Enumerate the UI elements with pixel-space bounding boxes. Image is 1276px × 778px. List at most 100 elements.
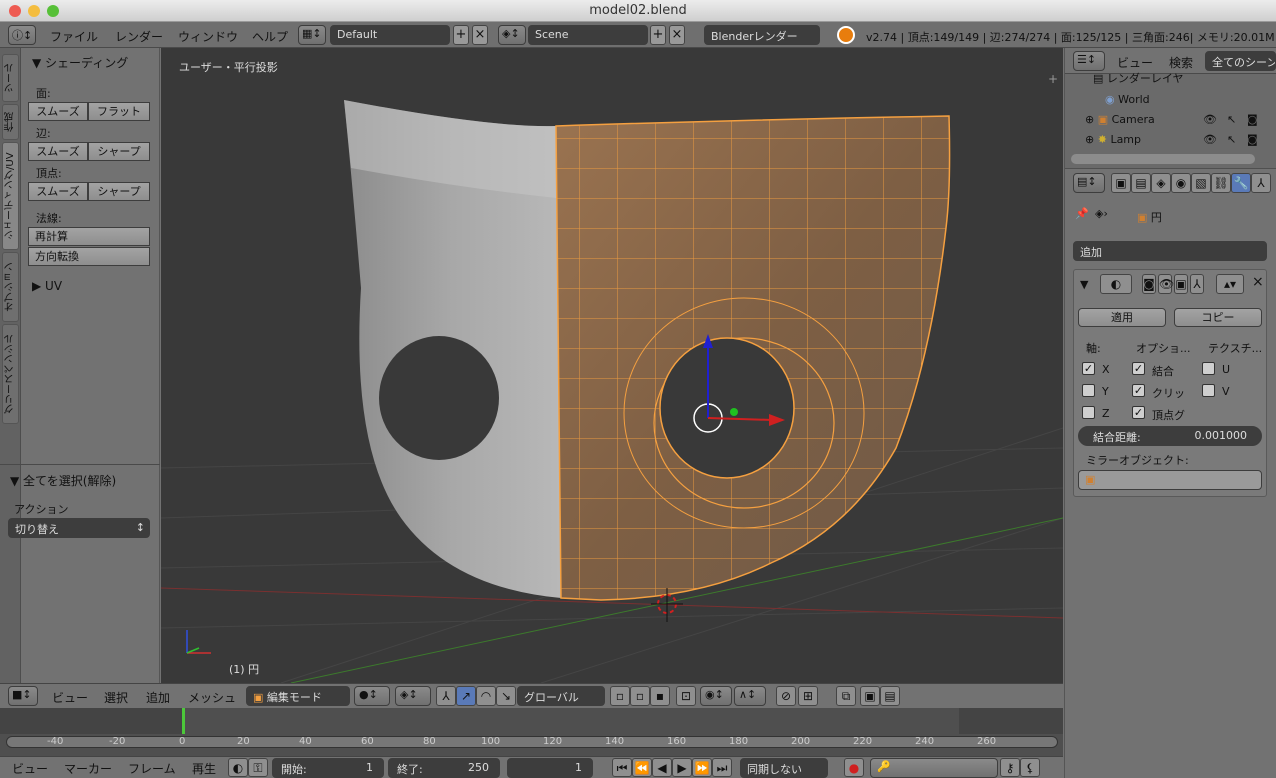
edge-sharp-button[interactable]: シャープ: [88, 142, 150, 161]
scale-manipulator-icon[interactable]: ↘: [496, 686, 516, 706]
face-smooth-button[interactable]: スムーズ: [28, 102, 88, 121]
merge-checkbox[interactable]: ✓: [1132, 362, 1145, 375]
proportional-edit-icon[interactable]: ◉↕: [700, 686, 732, 706]
add-layout-button[interactable]: +: [453, 25, 469, 45]
clipping-checkbox[interactable]: ✓: [1132, 384, 1145, 397]
remove-scene-button[interactable]: ×: [669, 25, 685, 45]
vertex-smooth-button[interactable]: スムーズ: [28, 182, 88, 201]
expand-panel-icon[interactable]: +: [1048, 72, 1058, 86]
add-scene-button[interactable]: +: [650, 25, 666, 45]
recalculate-normals-button[interactable]: 再計算: [28, 227, 150, 246]
current-frame-indicator[interactable]: [182, 708, 185, 734]
lock-range-icon[interactable]: ⚿: [248, 758, 268, 777]
render-engine-select[interactable]: Blenderレンダー: [704, 25, 820, 45]
limit-selection-icon[interactable]: ⊡: [676, 686, 696, 706]
timeline-area[interactable]: -40 -20 0 20 40 60 80 100 120 140 160 18…: [0, 708, 1063, 756]
expand-icon[interactable]: ⊕: [1085, 133, 1098, 146]
translate-manipulator-icon[interactable]: ↗: [456, 686, 476, 706]
show-editmode-icon[interactable]: ▣: [1174, 274, 1188, 294]
jump-next-keyframe-icon[interactable]: ⏩: [692, 758, 712, 777]
screen-layout-field[interactable]: Default: [330, 25, 450, 45]
texture-u-checkbox[interactable]: [1202, 362, 1215, 375]
edge-select-icon[interactable]: ▫: [630, 686, 650, 706]
apply-button[interactable]: 適用: [1078, 308, 1166, 327]
outliner-item-render-layers[interactable]: ▤ レンダーレイヤ: [1093, 70, 1184, 90]
layers-icon[interactable]: ⧉: [836, 686, 856, 706]
expand-icon[interactable]: ⊕: [1085, 113, 1098, 126]
visibility-eye-icon[interactable]: 👁: [1203, 113, 1217, 126]
data-tab-icon[interactable]: ⅄: [1251, 173, 1271, 193]
face-select-icon[interactable]: ▪: [650, 686, 670, 706]
move-modifier-icon[interactable]: ▴▾: [1216, 274, 1244, 294]
render-preview-icon[interactable]: ▣: [860, 686, 880, 706]
remove-layout-button[interactable]: ×: [472, 25, 488, 45]
play-reverse-icon[interactable]: ◀: [652, 758, 672, 777]
jump-prev-keyframe-icon[interactable]: ⏪: [632, 758, 652, 777]
collapse-modifier-icon[interactable]: ▼: [1080, 278, 1088, 291]
show-viewport-icon[interactable]: 👁: [1158, 274, 1174, 294]
screen-layout-icon[interactable]: ▦↕: [298, 25, 326, 45]
outliner-editor-icon[interactable]: ☰↕: [1073, 51, 1105, 71]
render-camera-icon[interactable]: ◙: [1247, 133, 1258, 146]
shading-panel-header[interactable]: ▼ シェーディング: [32, 54, 128, 71]
menu-select[interactable]: 選択: [104, 689, 128, 706]
mode-select[interactable]: ▣ 編集モード: [246, 686, 350, 706]
scene-tab-icon[interactable]: ◈: [1151, 173, 1171, 193]
3d-viewport[interactable]: ユーザー・平行投影 (1) 円 +: [161, 48, 1063, 683]
menu-playback[interactable]: 再生: [192, 760, 216, 777]
render-layers-tab-icon[interactable]: ▤: [1131, 173, 1151, 193]
outliner-scrollbar[interactable]: [1071, 154, 1255, 164]
render-camera-icon[interactable]: ◙: [1247, 113, 1258, 126]
end-frame-field[interactable]: 終了: 250: [388, 758, 500, 778]
menu-file[interactable]: ファイル: [50, 28, 98, 45]
snap-element-icon[interactable]: ⊞: [798, 686, 818, 706]
flip-direction-button[interactable]: 方向転換: [28, 247, 150, 266]
show-cage-icon[interactable]: ⅄: [1190, 274, 1204, 294]
object-tab-icon[interactable]: ▧: [1191, 173, 1211, 193]
record-icon[interactable]: ●: [844, 758, 864, 777]
scene-icon[interactable]: ◈↕: [498, 25, 526, 45]
vertex-sharp-button[interactable]: シャープ: [88, 182, 150, 201]
editor-type-3d-icon[interactable]: ■↕: [8, 686, 38, 706]
tab-options[interactable]: オプション: [2, 252, 19, 322]
copy-button[interactable]: コピー: [1174, 308, 1262, 327]
shading-mode-icon[interactable]: ●↕: [354, 686, 390, 706]
orientation-select[interactable]: グローバル: [517, 686, 605, 706]
outliner-item-camera[interactable]: ⊕ ▣ Camera 👁 ↖ ◙: [1085, 113, 1275, 133]
snap-toggle-icon[interactable]: ⊘: [776, 686, 796, 706]
outliner-menu-search[interactable]: 検索: [1169, 54, 1193, 71]
jump-end-icon[interactable]: ⏭: [712, 758, 732, 777]
operator-panel-header[interactable]: ▼ 全てを選択(解除): [10, 472, 116, 489]
insert-keyframe-icon[interactable]: ⚷: [1000, 758, 1020, 777]
visibility-eye-icon[interactable]: 👁: [1203, 133, 1217, 146]
keying-set-field[interactable]: 🔑: [870, 758, 998, 778]
play-icon[interactable]: ▶: [672, 758, 692, 777]
axis-y-checkbox[interactable]: [1082, 384, 1095, 397]
tab-tools[interactable]: ツール: [2, 54, 19, 102]
timeline-scrollbar[interactable]: [6, 736, 1058, 748]
jump-start-icon[interactable]: ⏮: [612, 758, 632, 777]
uv-panel-header[interactable]: ▶ UV: [32, 279, 62, 293]
action-select[interactable]: 切り替え ↕: [8, 518, 150, 538]
tab-shading-uv[interactable]: シェーディング/UV: [2, 142, 19, 250]
current-frame-field[interactable]: 1: [507, 758, 593, 778]
outliner-item-world[interactable]: ◉ World: [1105, 93, 1150, 113]
vertex-select-icon[interactable]: ▫: [610, 686, 630, 706]
menu-render[interactable]: レンダー: [115, 28, 163, 45]
menu-add[interactable]: 追加: [146, 689, 170, 706]
edge-smooth-button[interactable]: スムーズ: [28, 142, 88, 161]
constraints-tab-icon[interactable]: ⛓: [1211, 173, 1231, 193]
pivot-point-icon[interactable]: ◈↕: [395, 686, 431, 706]
menu-marker[interactable]: マーカー: [64, 760, 112, 777]
menu-window[interactable]: ウィンドウ: [178, 28, 238, 45]
tab-grease-pencil[interactable]: グリースペンシル: [2, 324, 19, 424]
menu-view[interactable]: ビュー: [52, 689, 88, 706]
modifiers-tab-icon[interactable]: 🔧: [1231, 173, 1251, 193]
sync-mode-select[interactable]: 同期しない: [740, 758, 828, 778]
delete-keyframe-icon[interactable]: ⚸: [1020, 758, 1040, 777]
rotate-manipulator-icon[interactable]: ◠: [476, 686, 496, 706]
vertex-group-checkbox[interactable]: ✓: [1132, 406, 1145, 419]
tab-create[interactable]: 作成: [2, 104, 19, 140]
show-render-icon[interactable]: ◙: [1142, 274, 1156, 294]
axis-x-checkbox[interactable]: ✓: [1082, 362, 1095, 375]
